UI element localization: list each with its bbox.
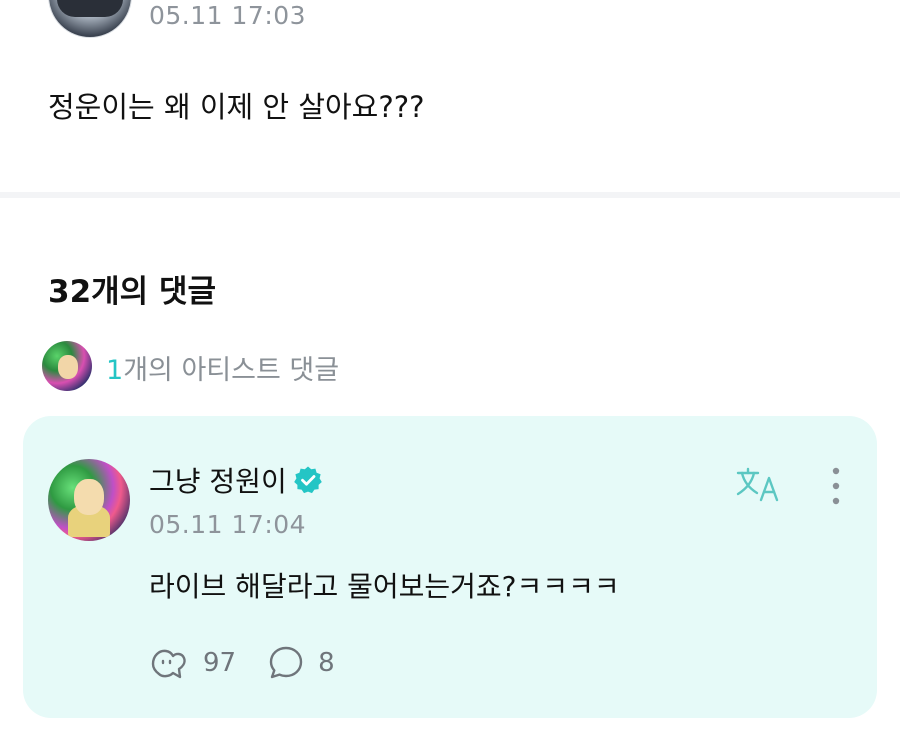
- reply-button[interactable]: 8: [268, 645, 335, 681]
- like-button[interactable]: 97: [149, 644, 236, 682]
- avatar-detail: [74, 479, 104, 515]
- like-icon: [151, 649, 186, 679]
- comment-body-text: 라이브 해달라고 물어보는거죠?ㅋㅋㅋㅋ: [149, 570, 620, 603]
- post-body-text: 정운이는 왜 이제 안 살아요???: [48, 90, 425, 124]
- comment-author-name[interactable]: 그냥 정원이: [149, 460, 287, 500]
- comment-author-row: 그냥 정원이: [149, 460, 323, 500]
- comment-bubble-icon: [269, 646, 303, 679]
- artist-comment-avatar[interactable]: [42, 341, 92, 391]
- comments-count-heading: 32개의 댓글: [48, 274, 217, 310]
- artist-comments-label: 개의 아티스트 댓글: [123, 355, 340, 386]
- reply-count: 8: [318, 648, 335, 678]
- comment-reactions: 97 8: [149, 644, 335, 682]
- avatar-detail: [57, 0, 123, 17]
- more-vertical-icon[interactable]: [826, 466, 846, 506]
- comment-timestamp: 05.11 17:04: [149, 510, 307, 539]
- artist-comments-count: 1: [106, 355, 124, 386]
- translate-icon[interactable]: [735, 466, 783, 504]
- post-timestamp: 05.11 17:03: [149, 1, 307, 30]
- post-author-avatar[interactable]: [48, 0, 132, 38]
- section-divider: [0, 192, 900, 198]
- verified-badge-icon: [293, 466, 322, 494]
- like-count: 97: [203, 648, 237, 678]
- avatar-detail: [58, 355, 78, 379]
- comment-author-avatar[interactable]: [48, 459, 130, 541]
- artist-comments-link[interactable]: 1개의 아티스트 댓글: [106, 348, 339, 387]
